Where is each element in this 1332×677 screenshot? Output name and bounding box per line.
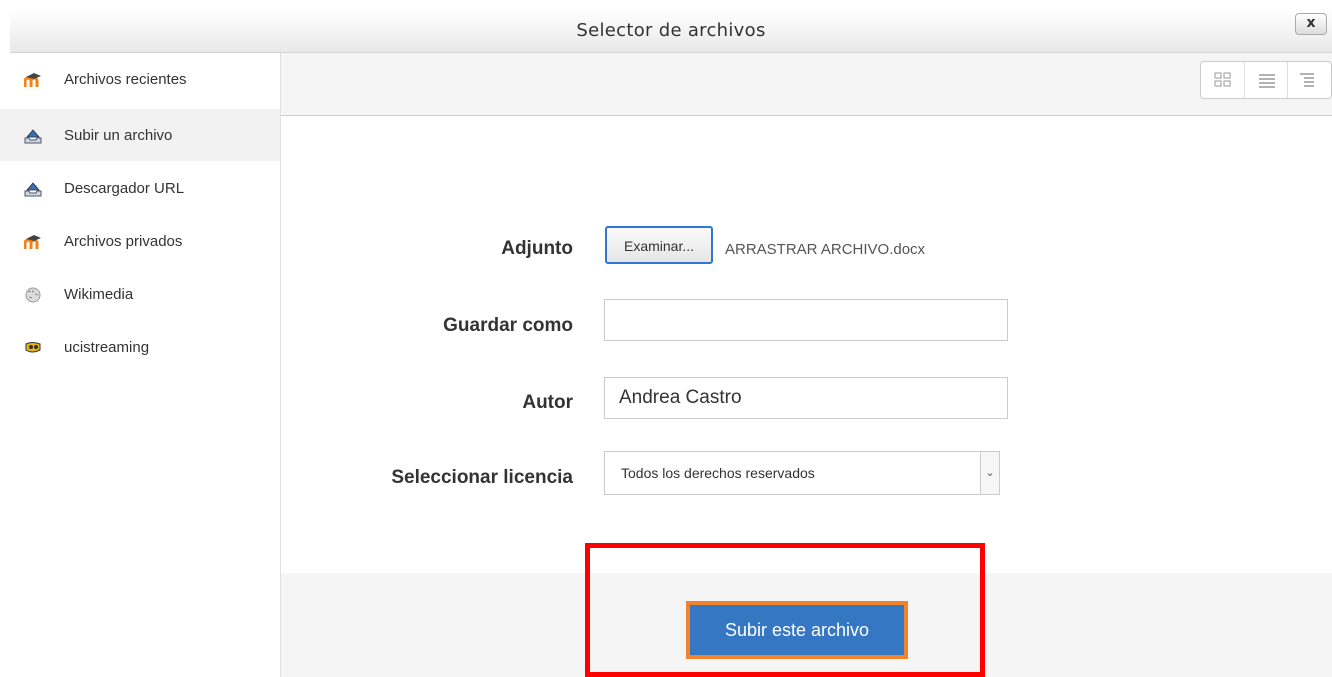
author-input[interactable]: Andrea Castro (604, 377, 1008, 419)
chevron-down-icon[interactable]: ⌄ (980, 452, 999, 494)
license-selected-value: Todos los derechos reservados (621, 465, 815, 481)
repository-sidebar: Archivos recientes Subir un archivo Desc… (0, 53, 281, 677)
ucistreaming-icon (25, 342, 41, 353)
upload-icon (24, 129, 42, 144)
license-label: Seleccionar licencia (391, 467, 573, 488)
sidebar-item-archivos-privados[interactable]: Archivos privados (0, 215, 280, 267)
moodle-icon (24, 73, 41, 87)
sidebar-item-label: Subir un archivo (64, 127, 173, 144)
tree-view-icon[interactable] (1288, 62, 1331, 98)
save-as-label: Guardar como (443, 315, 573, 336)
sidebar-item-label: ucistreaming (64, 339, 150, 356)
sidebar-item-label: Wikimedia (64, 286, 134, 303)
view-switcher (1200, 61, 1332, 99)
sidebar-item-label: Archivos recientes (64, 71, 187, 88)
dialog-title: Selector de archivos (576, 20, 766, 41)
license-select[interactable]: Todos los derechos reservados ⌄ (604, 451, 1000, 495)
grid-view-icon[interactable] (1201, 62, 1245, 98)
wikimedia-icon (25, 287, 41, 303)
toolbar (281, 53, 1332, 116)
close-button[interactable]: x (1295, 13, 1327, 35)
upload-icon (24, 182, 42, 197)
sidebar-item-subir-un-archivo[interactable]: Subir un archivo (0, 109, 280, 161)
dialog-header: Selector de archivos x (10, 9, 1332, 53)
attachment-label: Adjunto (501, 238, 573, 259)
list-view-icon[interactable] (1245, 62, 1289, 98)
sidebar-item-descargador-url[interactable]: Descargador URL (0, 162, 280, 214)
upload-file-button[interactable]: Subir este archivo (686, 601, 908, 659)
author-label: Autor (522, 392, 573, 413)
sidebar-item-label: Descargador URL (64, 180, 185, 197)
moodle-icon (24, 235, 41, 249)
selected-file-name: ARRASTRAR ARCHIVO.docx (725, 241, 926, 258)
sidebar-item-archivos-recientes[interactable]: Archivos recientes (0, 53, 280, 105)
sidebar-item-ucistreaming[interactable]: ucistreaming (0, 321, 280, 373)
sidebar-item-wikimedia[interactable]: Wikimedia (0, 268, 280, 320)
sidebar-item-label: Archivos privados (64, 233, 183, 250)
save-as-input[interactable] (604, 299, 1008, 341)
browse-button[interactable]: Examinar... (605, 226, 713, 264)
